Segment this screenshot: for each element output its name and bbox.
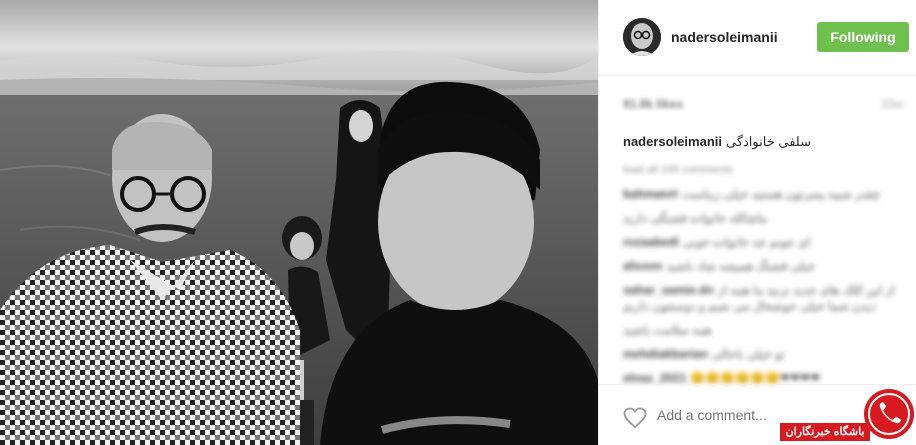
comment-username[interactable]: afsoon (623, 259, 662, 273)
post-time[interactable]: 33w (881, 97, 903, 111)
post-caption: nadersoleimanii سلفی خانوادگی (623, 134, 911, 150)
comment-username[interactable]: sahar_samie.dn (623, 283, 714, 297)
comments-list: bahmanrt چقدر شبیه پسرتون هستید خیلی زیبا… (623, 186, 911, 394)
profile-avatar[interactable] (623, 18, 661, 56)
comment-username[interactable]: bahmanrt (623, 187, 678, 201)
comment-username[interactable]: rozaabedi (623, 235, 679, 249)
comment-item: bahmanrt چقدر شبیه پسرتون هستید خیلی زیبا… (623, 186, 911, 202)
comment-text: ماشالله خانواده قشنگی دارید (623, 211, 768, 225)
post-stats: 91.8k likes 33w (623, 97, 911, 113)
watermark: باشگاه خبرنگاران (780, 385, 916, 445)
phone-logo-icon (864, 389, 914, 439)
comment-text: خیلی قشنگ همیشه شاد باشید (666, 259, 816, 273)
comment-item: rozaabedi ای جونم چه خانواده خوبی (623, 234, 911, 250)
heart-outline-icon[interactable] (623, 407, 647, 429)
following-button[interactable]: Following (817, 22, 909, 52)
family-selfie-image (0, 0, 598, 445)
load-more-comments[interactable]: load all 335 comments (623, 164, 733, 176)
comment-username[interactable]: elnaz_2021 (623, 371, 686, 385)
comment-text: 😊😊😊😊😊😊❤❤❤❤ (690, 371, 821, 385)
header-username[interactable]: nadersoleimanii (671, 29, 778, 45)
comment-text: همه سلامت باشید (623, 323, 712, 337)
watermark-text: باشگاه خبرنگاران (780, 423, 870, 441)
post-photo[interactable] (0, 0, 598, 445)
comment-item: afsoon خیلی قشنگ همیشه شاد باشید (623, 258, 911, 274)
comment-item: mehdiakbarian تو خیلی باحالی (623, 346, 911, 362)
comment-text: تو خیلی باحالی (711, 347, 785, 361)
caption-username[interactable]: nadersoleimanii (623, 134, 722, 149)
comment-text: ای جونم چه خانواده خوبی (683, 235, 811, 249)
comment-item: sahar_samie.dn از این کلک های جدید نزنید … (623, 282, 911, 314)
comment-text: چقدر شبیه پسرتون هستید خیلی زیباست (681, 187, 881, 201)
avatar-image (623, 18, 661, 56)
caption-text: سلفی خانوادگی (725, 134, 811, 149)
post-sidebar: nadersoleimanii Following 91.8k likes 33… (598, 0, 916, 445)
post-header: nadersoleimanii Following (599, 0, 916, 76)
comment-item: همه سلامت باشید (623, 322, 911, 338)
comment-item: ماشالله خانواده قشنگی دارید (623, 210, 911, 226)
comment-username[interactable]: mehdiakbarian (623, 347, 708, 361)
likes-count[interactable]: 91.8k likes (623, 97, 683, 111)
